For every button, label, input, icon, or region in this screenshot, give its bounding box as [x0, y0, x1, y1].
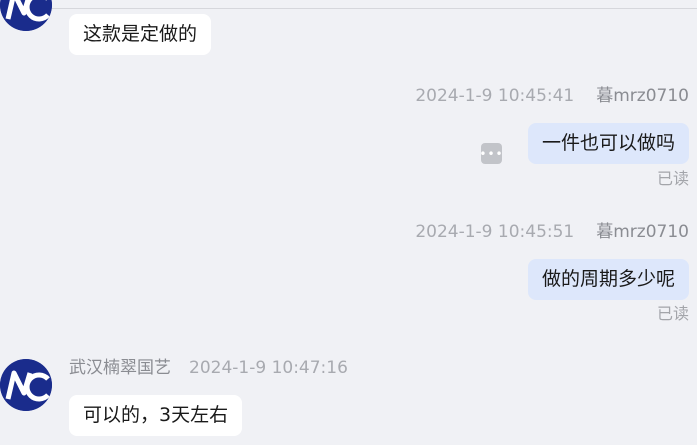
read-status: 已读	[656, 304, 689, 323]
message-sender: 暮mrz0710	[596, 222, 689, 242]
read-status: 已读	[656, 169, 689, 188]
message-text: 一件也可以做吗	[541, 132, 675, 154]
brand-logo-icon	[0, 0, 52, 31]
message-time: 2024-1-9 10:47:16	[189, 358, 348, 378]
message-sender: 暮mrz0710	[596, 86, 689, 106]
message-bubble: 一件也可以做吗	[527, 123, 689, 164]
message-time: 2024-1-9 10:45:51	[415, 222, 575, 242]
message-bubble: 这款是定做的	[69, 14, 212, 55]
more-options-icon[interactable]: •••	[479, 143, 503, 164]
chat-top-divider	[0, 0, 697, 9]
message-text: 可以的，3天左右	[83, 404, 229, 426]
message-bubble: 做的周期多少呢	[527, 259, 689, 300]
avatar[interactable]	[0, 0, 52, 31]
message-text: 这款是定做的	[83, 23, 198, 45]
message-bubble: 可以的，3天左右	[69, 395, 243, 436]
message-meta: 武汉楠翠国艺 2024-1-9 10:47:16	[69, 360, 348, 377]
avatar[interactable]	[0, 359, 52, 411]
message-time: 2024-1-9 10:45:41	[415, 86, 575, 106]
message-meta: 2024-1-9 10:45:41 暮mrz0710	[415, 88, 689, 105]
message-text: 做的周期多少呢	[541, 268, 675, 290]
message-meta: 2024-1-9 10:45:51 暮mrz0710	[415, 224, 689, 241]
brand-logo-icon	[0, 359, 52, 411]
message-sender: 武汉楠翠国艺	[69, 358, 171, 378]
